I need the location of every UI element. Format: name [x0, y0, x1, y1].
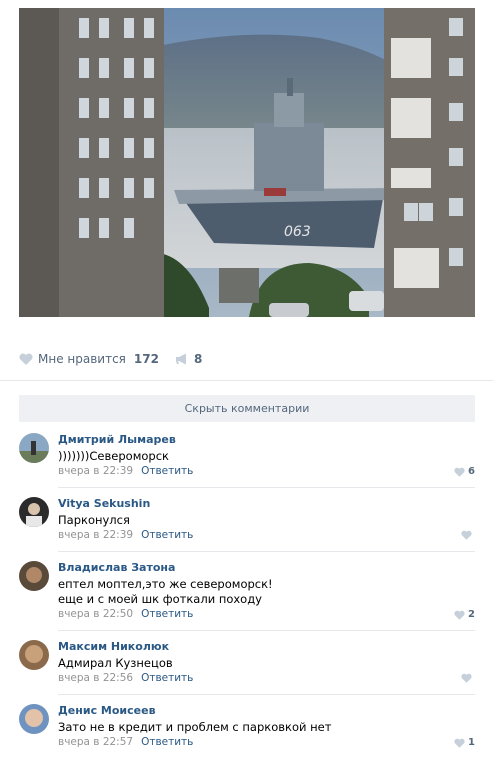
- divider: [58, 487, 475, 488]
- comment-meta: вчера в 22:39 Ответить: [58, 529, 193, 541]
- comment-text: ептел моптел,это же североморск! еще и с…: [58, 577, 273, 606]
- comment-author[interactable]: Дмитрий Лымарев: [58, 433, 176, 446]
- comment: Дмитрий Лымарев )))))))Североморск вчера…: [19, 433, 475, 489]
- like-count: 172: [133, 352, 159, 366]
- post-actions: Мне нравится 172 8: [19, 349, 202, 369]
- comment-time[interactable]: вчера в 22:56: [58, 672, 133, 684]
- svg-text:063: 063: [284, 224, 311, 240]
- heart-icon: [461, 673, 472, 683]
- comment: Vitya Sekushin Парконулся вчера в 22:39 О…: [19, 497, 475, 553]
- comment-meta: вчера в 22:50 Ответить: [58, 608, 193, 620]
- comment-meta: вчера в 22:39 Ответить: [58, 465, 193, 477]
- avatar[interactable]: [19, 640, 49, 670]
- heart-icon: [454, 467, 465, 477]
- heart-icon: [454, 738, 465, 748]
- comment-meta: вчера в 22:56 Ответить: [58, 672, 193, 684]
- comment-like-button[interactable]: [461, 673, 475, 683]
- comment-meta: вчера в 22:57 Ответить: [58, 736, 193, 748]
- like-button[interactable]: Мне нравится 172: [19, 352, 159, 366]
- post-photo[interactable]: 063: [19, 8, 475, 317]
- reply-link[interactable]: Ответить: [141, 608, 193, 620]
- megaphone-icon: [175, 353, 186, 365]
- comment-like-button[interactable]: 6: [454, 466, 475, 477]
- avatar[interactable]: [19, 497, 49, 527]
- comment-text: Адмирал Кузнецов: [58, 656, 173, 670]
- like-label: Мне нравится: [38, 352, 126, 366]
- reply-link[interactable]: Ответить: [141, 529, 193, 541]
- comment-like-button[interactable]: 1: [454, 737, 475, 748]
- avatar[interactable]: [19, 433, 49, 463]
- share-count: 8: [193, 352, 203, 366]
- comment-text: )))))))Североморск: [58, 449, 169, 463]
- divider: [58, 694, 475, 695]
- comment-like-count: 1: [468, 737, 475, 748]
- reply-link[interactable]: Ответить: [141, 672, 193, 684]
- reply-link[interactable]: Ответить: [141, 465, 193, 477]
- comment: Максим Николюк Адмирал Кузнецов вчера в …: [19, 640, 475, 696]
- comment: Владислав Затона ептел моптел,это же сев…: [19, 561, 475, 631]
- comment-author[interactable]: Максим Николюк: [58, 640, 169, 653]
- heart-icon: [19, 353, 33, 365]
- comment-like-count: 2: [468, 609, 475, 620]
- comment-text: Парконулся: [58, 513, 130, 527]
- avatar[interactable]: [19, 704, 49, 734]
- comment-like-button[interactable]: 2: [454, 609, 475, 620]
- comment-like-button[interactable]: [461, 530, 475, 540]
- heart-icon: [454, 610, 465, 620]
- comment: Денис Моисеев Зато не в кредит и проблем…: [19, 704, 475, 754]
- comment-time[interactable]: вчера в 22:39: [58, 465, 133, 477]
- share-button[interactable]: 8: [175, 352, 202, 366]
- comment-time[interactable]: вчера в 22:57: [58, 736, 133, 748]
- hide-comments-button[interactable]: Скрыть комментарии: [19, 395, 475, 422]
- comment-author[interactable]: Денис Моисеев: [58, 704, 156, 717]
- heart-icon: [461, 530, 472, 540]
- avatar[interactable]: [19, 561, 49, 591]
- comment-author[interactable]: Владислав Затона: [58, 561, 175, 574]
- reply-link[interactable]: Ответить: [141, 736, 193, 748]
- divider: [58, 551, 475, 552]
- comment-text: Зато не в кредит и проблем с парковкой н…: [58, 720, 332, 734]
- comment-like-count: 6: [468, 466, 475, 477]
- divider: [0, 380, 493, 381]
- comment-time[interactable]: вчера в 22:50: [58, 608, 133, 620]
- comment-author[interactable]: Vitya Sekushin: [58, 497, 150, 510]
- comment-time[interactable]: вчера в 22:39: [58, 529, 133, 541]
- divider: [58, 630, 475, 631]
